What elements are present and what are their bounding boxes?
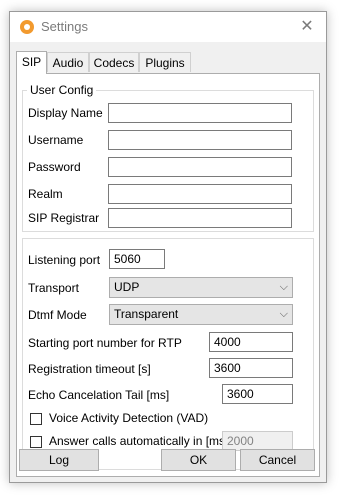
transport-select[interactable]: UDP ⌵ [109, 277, 293, 298]
password-field[interactable] [108, 157, 292, 177]
transport-value: UDP [114, 280, 140, 294]
transport-label: Transport [28, 281, 79, 295]
realm-label: Realm [28, 187, 63, 201]
realm-field[interactable] [108, 184, 292, 204]
dtmf-mode-value: Transparent [114, 307, 179, 321]
user-config-legend: User Config [27, 83, 97, 97]
display-name-field[interactable] [108, 103, 292, 123]
settings-window: Settings ✕ SIP Audio Codecs Plugins User… [9, 11, 327, 483]
user-config-group: User Config Display Name Username Passwo… [22, 83, 314, 232]
tab-audio[interactable]: Audio [47, 52, 89, 72]
reg-timeout-label: Registration timeout [s] [28, 362, 151, 376]
tab-plugins[interactable]: Plugins [139, 52, 191, 72]
username-label: Username [28, 133, 84, 147]
cancel-button[interactable]: Cancel [240, 449, 315, 471]
dtmf-mode-select[interactable]: Transparent ⌵ [109, 304, 293, 325]
tab-sip[interactable]: SIP [16, 51, 47, 74]
sip-tab-panel: User Config Display Name Username Passwo… [16, 73, 320, 477]
password-label: Password [28, 160, 81, 174]
reg-timeout-field[interactable]: 3600 [209, 358, 293, 378]
chevron-down-icon: ⌵ [279, 281, 288, 293]
auto-answer-label: Answer calls automatically in [ms] [49, 434, 229, 448]
username-field[interactable] [108, 130, 292, 150]
display-name-label: Display Name [28, 106, 103, 120]
settings-app-icon [20, 20, 34, 34]
close-icon[interactable]: ✕ [297, 17, 317, 37]
title-bar: Settings ✕ [10, 12, 326, 42]
chevron-down-icon: ⌵ [279, 308, 288, 320]
ok-button[interactable]: OK [161, 449, 236, 471]
log-button[interactable]: Log [19, 449, 99, 471]
listening-port-field[interactable]: 5060 [109, 249, 165, 269]
auto-answer-field[interactable]: 2000 [222, 431, 293, 451]
tab-codecs[interactable]: Codecs [89, 52, 139, 72]
window-title: Settings [41, 19, 88, 34]
echo-tail-field[interactable]: 3600 [222, 384, 293, 404]
dtmf-mode-label: Dtmf Mode [28, 308, 87, 322]
listening-port-label: Listening port [28, 253, 101, 267]
auto-answer-checkbox[interactable] [30, 436, 42, 448]
vad-label: Voice Activity Detection (VAD) [49, 411, 209, 425]
echo-tail-label: Echo Cancelation Tail [ms] [28, 388, 170, 402]
rtp-port-field[interactable]: 4000 [209, 332, 293, 352]
rtp-port-label: Starting port number for RTP [28, 336, 182, 350]
sip-registrar-field[interactable] [108, 208, 292, 228]
sip-registrar-label: SIP Registrar [28, 211, 100, 225]
network-group: Listening port 5060 Transport UDP ⌵ Dtmf… [22, 238, 314, 470]
vad-checkbox[interactable] [30, 413, 42, 425]
